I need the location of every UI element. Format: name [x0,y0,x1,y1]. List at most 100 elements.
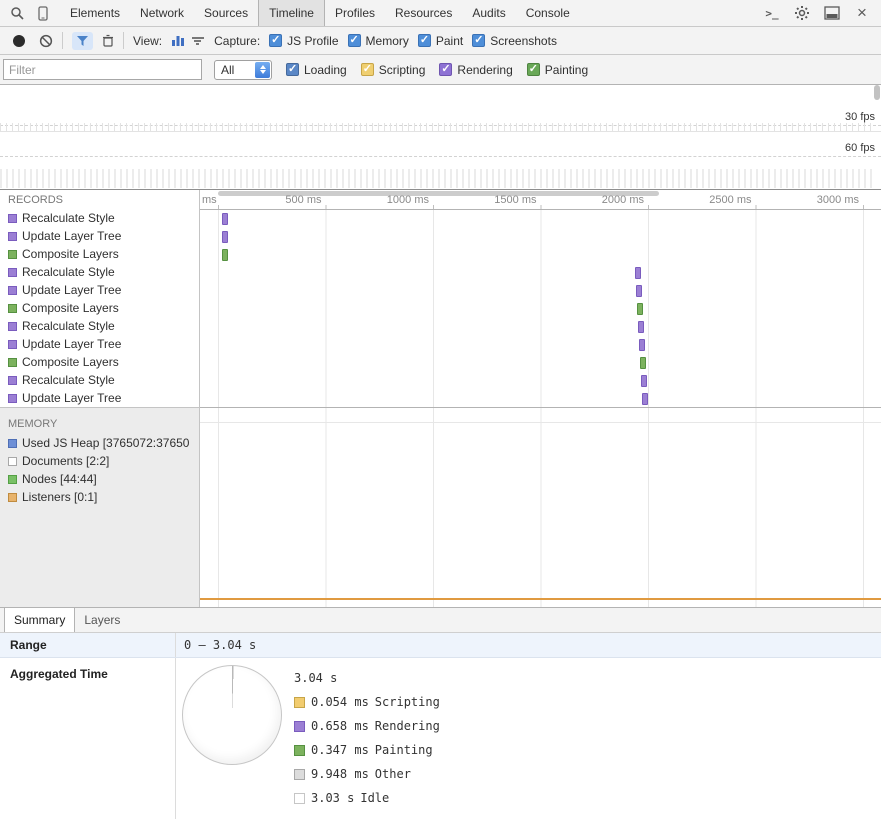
inspect-element-icon[interactable] [4,0,30,26]
timeline-events-layer [200,210,881,407]
range-value: 0 – 3.04 s [184,638,257,652]
flame-chart-view-icon[interactable] [191,35,205,47]
record-row[interactable]: Update Layer Tree [0,335,199,353]
legend-item-idle: 3.03 s Idle [294,786,440,810]
capture-memory-checkbox[interactable]: Memory [347,33,409,48]
tab-console[interactable]: Console [516,0,580,26]
bars-view-icon[interactable] [171,35,185,47]
tab-layers[interactable]: Layers [75,608,129,632]
record-label: Recalculate Style [22,373,115,387]
overview-pane[interactable]: 30 fps 60 fps [0,85,881,190]
category-painting-checkbox[interactable]: Painting [526,62,589,77]
record-label: Update Layer Tree [22,283,122,297]
capture-paint-checkbox[interactable]: Paint [417,33,463,48]
filter-toggle-button[interactable] [72,31,93,50]
timeline-event-bar[interactable] [640,357,646,369]
timeline-ruler[interactable]: ms 500 ms 1000 ms 1500 ms 2000 ms 2500 ms 3000… [200,190,881,210]
settings-gear-icon[interactable] [789,0,815,26]
timeline-event-bar[interactable] [639,339,645,351]
record-row[interactable]: Composite Layers [0,245,199,263]
tab-elements[interactable]: Elements [60,0,130,26]
timeline-event-bar[interactable] [222,231,228,243]
tab-timeline[interactable]: Timeline [258,0,325,26]
filter-input[interactable] [3,59,202,80]
category-loading-checkbox[interactable]: Loading [286,62,347,77]
tab-profiles[interactable]: Profiles [325,0,385,26]
dock-side-icon[interactable] [819,0,845,26]
timeline-event-bar[interactable] [642,393,648,405]
record-button[interactable] [13,34,25,47]
record-row[interactable]: Composite Layers [0,353,199,371]
time-label: 500 ms [285,194,322,206]
memory-graph-hline [200,422,881,423]
legend-swatch [294,792,305,804]
record-row[interactable]: Recalculate Style [0,263,199,281]
memory-section: MEMORY Used JS Heap [3765072:37650 Docum… [0,407,199,607]
aggregated-time-value: 3.04 s 0.054 ms Scripting 0.658 ms Rende… [176,658,881,819]
time-label: 3000 ms [816,194,859,206]
console-drawer-icon[interactable]: >_ [759,0,785,26]
record-row[interactable]: Update Layer Tree [0,389,199,407]
toolbar-separator [123,32,124,49]
legend-label: Other [374,767,411,781]
timeline-event-bar[interactable] [637,303,643,315]
timeline-event-bar[interactable] [641,375,647,387]
memory-legend-item[interactable]: Nodes [44:44] [0,470,199,488]
timeline-event-bar[interactable] [222,249,228,261]
device-mode-icon[interactable] [30,0,56,26]
memory-legend-label: Listeners [0:1] [22,490,98,504]
record-row[interactable]: Update Layer Tree [0,281,199,299]
memory-legend-item[interactable]: Listeners [0:1] [0,488,199,506]
timeline-events-area[interactable] [200,210,881,407]
memory-legend-item[interactable]: Used JS Heap [3765072:37650 [0,434,199,452]
aggregated-time-label: Aggregated Time [0,658,176,819]
category-rendering-checkbox[interactable]: Rendering [439,62,513,77]
memory-legend-item[interactable]: Documents [2:2] [0,452,199,470]
timeline-toolbar: View: Capture: JS Profile Memory Paint S… [0,27,881,55]
ruler-scroll-thumb[interactable] [218,191,659,196]
legend-item-other: 9.948 ms Other [294,762,440,786]
legend-label: Rendering [374,719,440,733]
record-label: Composite Layers [22,355,119,369]
legend-value: 0.347 ms [311,743,369,757]
timeline-event-bar[interactable] [222,213,228,225]
tab-audits[interactable]: Audits [462,0,515,26]
timeline-event-bar[interactable] [638,321,644,333]
capture-js-profile-checkbox[interactable]: JS Profile [269,33,339,48]
checkbox-icon [286,62,299,76]
legend-value: 0.658 ms [311,719,369,733]
close-icon[interactable]: × [849,0,875,26]
records-header: RECORDS [8,194,64,206]
tab-sources[interactable]: Sources [194,0,258,26]
record-label: Composite Layers [22,247,119,261]
record-row[interactable]: Recalculate Style [0,209,199,227]
capture-screenshots-checkbox[interactable]: Screenshots [472,33,557,48]
memory-legend-swatch [8,474,17,484]
timeline-event-bar[interactable] [636,285,642,297]
category-scripting-checkbox[interactable]: Scripting [360,62,425,77]
category-filter-select[interactable]: All [214,59,272,80]
clear-button[interactable] [39,34,53,48]
capture-label: Capture: [214,33,261,48]
record-row[interactable]: Composite Layers [0,299,199,317]
legend-item-rendering: 0.658 ms Rendering [294,714,440,738]
memory-legend-swatch [8,456,17,466]
tab-network[interactable]: Network [130,0,194,26]
record-row[interactable]: Recalculate Style [0,371,199,389]
record-row[interactable]: Recalculate Style [0,317,199,335]
checkbox-icon [526,62,540,76]
checkbox-label: Painting [544,62,589,77]
category-filter-value: All [221,62,235,77]
tab-summary[interactable]: Summary [4,608,76,632]
record-category-swatch [8,357,17,367]
aggregated-time-legend: 3.04 s 0.054 ms Scripting 0.658 ms Rende… [294,666,440,810]
memory-graph[interactable] [200,407,881,607]
view-label: View: [133,33,163,48]
checkbox-icon [360,62,374,76]
tab-resources[interactable]: Resources [385,0,462,26]
record-row[interactable]: Update Layer Tree [0,227,199,245]
overview-scrollbar-thumb[interactable] [874,85,880,100]
checkbox-label: Loading [304,62,347,77]
garbage-collect-button[interactable] [102,34,114,47]
timeline-event-bar[interactable] [635,267,641,279]
